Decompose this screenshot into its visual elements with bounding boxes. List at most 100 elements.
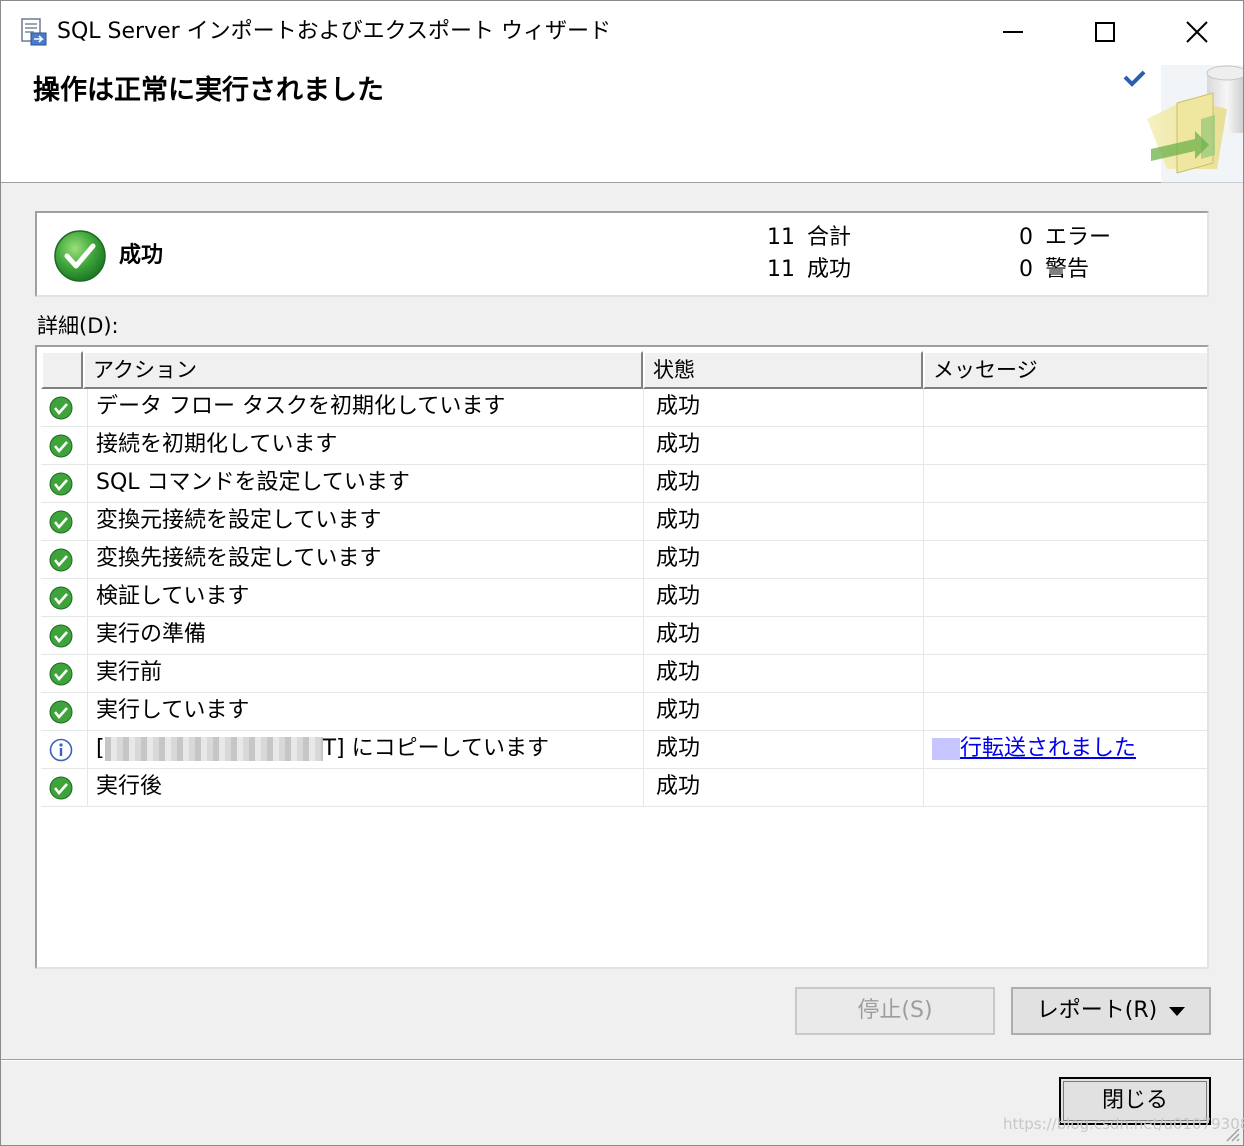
row-action: 検証しています [87,579,643,617]
row-status: 成功 [643,693,923,731]
row-action: 実行しています [87,693,643,731]
page-title: 操作は正常に実行されました [33,75,384,106]
row-status: 成功 [643,579,923,617]
info-icon [49,738,73,762]
success-icon [49,510,73,534]
row-message [923,579,1207,617]
report-button[interactable]: レポート(R) [1011,987,1211,1035]
row-status: 成功 [643,427,923,465]
details-label: 詳細(D): [37,314,119,338]
details-grid[interactable]: アクション 状態 メッセージ データ フロー タスクを初期化しています 成功 接… [35,345,1209,969]
row-action-prefix: [ [96,736,105,761]
success-icon [49,624,73,648]
table-row[interactable]: 変換元接続を設定しています 成功 [41,503,1207,541]
wizard-header: 操作は正常に実行されました [1,63,1243,183]
minimize-icon [1003,31,1023,33]
row-action: 実行の準備 [87,617,643,655]
column-header-message[interactable]: メッセージ [923,351,1207,389]
row-action: 変換先接続を設定しています [87,541,643,579]
success-stat: 11 成功 [767,255,851,285]
success-check-icon [54,230,106,282]
stop-button[interactable]: 停止(S) [795,987,995,1035]
resize-grip-icon[interactable] [1223,1125,1241,1143]
total-count: 11 [767,225,795,250]
success-icon [49,586,73,610]
error-count: 0 [1019,225,1033,250]
success-icon [49,700,73,724]
row-message-link[interactable]: 行転送されました [960,736,1136,761]
row-action-tail: T] にコピーしています [322,736,549,761]
column-header-status[interactable]: 状態 [643,351,923,389]
wizard-window: SQL Server インポートおよびエクスポート ウィザード 操作は正常に実行… [0,0,1244,1146]
row-status: 成功 [643,769,923,807]
success-icon [49,472,73,496]
row-status: 成功 [643,731,923,769]
row-message [923,465,1207,503]
table-row[interactable]: [ T] にコピーしています 成功 行転送されました [41,731,1207,769]
close-icon [1186,21,1208,43]
success-icon [49,662,73,686]
maximize-button[interactable] [1059,1,1151,63]
row-status: 成功 [643,503,923,541]
row-action: 接続を初期化しています [87,427,643,465]
row-action: データ フロー タスクを初期化しています [87,389,643,427]
row-status: 成功 [643,655,923,693]
row-message [923,655,1207,693]
warning-stat: 0 警告 [1019,255,1089,285]
error-label: エラー [1045,225,1112,250]
redacted-table-name [104,737,323,761]
row-message [923,693,1207,731]
table-row[interactable]: 変換先接続を設定しています 成功 [41,541,1207,579]
table-row[interactable]: 実行しています 成功 [41,693,1207,731]
table-row[interactable]: 検証しています 成功 [41,579,1207,617]
row-status: 成功 [643,465,923,503]
row-message [923,769,1207,807]
row-action: 実行前 [87,655,643,693]
row-message [923,617,1207,655]
column-header-action[interactable]: アクション [83,351,643,389]
row-action: [ T] にコピーしています [87,731,643,769]
table-row[interactable]: SQL コマンドを設定しています 成功 [41,465,1207,503]
row-message [923,389,1207,427]
report-button-label: レポート(R) [1036,998,1158,1023]
watermark: https://blog.csdn.net/u01079308 [1003,1115,1244,1133]
row-action: 実行後 [87,769,643,807]
row-action: 変換元接続を設定しています [87,503,643,541]
error-stat: 0 エラー [1019,223,1111,253]
minimize-button[interactable] [967,1,1059,63]
summary-status: 成功 [119,243,164,268]
close-window-button[interactable] [1151,1,1243,63]
row-message[interactable]: 行転送されました [923,731,1207,769]
maximize-icon [1095,22,1115,42]
grid-header: アクション 状態 メッセージ [41,351,1207,389]
redacted-row-count [932,738,960,760]
table-row[interactable]: 実行の準備 成功 [41,617,1207,655]
warning-label: 警告 [1045,257,1090,282]
database-transfer-graphic [1123,65,1243,183]
success-icon [49,396,73,420]
total-stat: 11 合計 [767,223,851,253]
row-message [923,541,1207,579]
row-status: 成功 [643,389,923,427]
success-count: 11 [767,257,795,282]
success-icon [49,548,73,572]
row-status: 成功 [643,541,923,579]
window-title: SQL Server インポートおよびエクスポート ウィザード [57,19,612,44]
table-row[interactable]: 接続を初期化しています 成功 [41,427,1207,465]
header-icon-column[interactable] [41,351,83,389]
row-message [923,427,1207,465]
row-message [923,503,1207,541]
summary-panel: 成功 11 合計 11 成功 0 エラー 0 警告 [35,211,1209,297]
row-action: SQL コマンドを設定しています [87,465,643,503]
success-icon [49,434,73,458]
row-status: 成功 [643,617,923,655]
wizard-app-icon [21,18,47,46]
warning-count: 0 [1019,257,1033,282]
table-row[interactable]: 実行前 成功 [41,655,1207,693]
table-row[interactable]: データ フロー タスクを初期化しています 成功 [41,389,1207,427]
success-icon [49,776,73,800]
total-label: 合計 [807,225,852,250]
dropdown-arrow-icon [1169,1006,1186,1016]
table-row[interactable]: 実行後 成功 [41,769,1207,807]
title-bar[interactable]: SQL Server インポートおよびエクスポート ウィザード [1,1,1243,63]
